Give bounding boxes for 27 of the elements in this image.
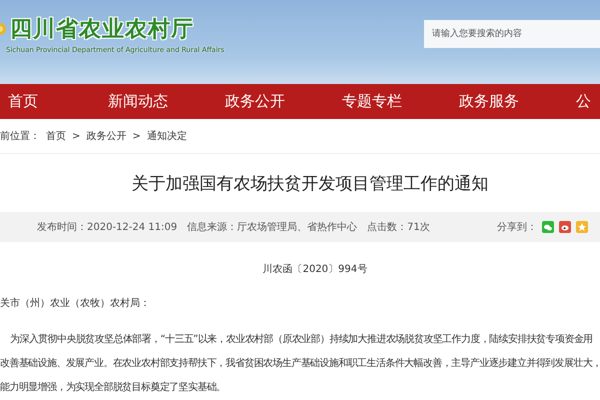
- article-meta: 信息来源：厅农场管理局、省热作中心: [187, 220, 358, 234]
- paragraph-line: 能力明显增强，为实现全部脱贫目标奠定了坚实基础。: [0, 382, 226, 393]
- article-title: 关于加强国有农场扶贫开发项目管理工作的通知: [130, 172, 490, 196]
- article-meta: 发布时间：2020-12-24 11:09: [37, 220, 178, 234]
- eye-icon[interactable]: [559, 221, 571, 233]
- star-icon[interactable]: [576, 221, 588, 233]
- nav-item[interactable]: 首页: [0, 84, 100, 119]
- breadcrumb-link[interactable]: 通知决定: [146, 129, 187, 143]
- paragraph-line: 为深入贯彻中央脱贫攻坚总体部署，“十三五”以来，农业农村部（原农业部）持续加大推进农场脱贫攻坚工作力度，陆续安排扶贫专项资金用: [10, 334, 593, 345]
- nav-item[interactable]: 新闻动态: [100, 84, 217, 119]
- breadcrumb-separator: >: [72, 130, 80, 142]
- share-label: 分享到：: [497, 220, 537, 234]
- nav-item[interactable]: 政务公开: [217, 84, 334, 119]
- site-title: 四川省农业农村厅: [10, 16, 194, 44]
- nav-item[interactable]: 公: [568, 84, 600, 119]
- breadcrumb-label: 前位置：: [0, 130, 40, 143]
- breadcrumb-link[interactable]: 政务公开: [86, 129, 126, 143]
- nav-item[interactable]: 政务服务: [451, 84, 568, 119]
- breadcrumb-link[interactable]: 首页: [46, 129, 66, 143]
- breadcrumb-separator: >: [132, 130, 141, 142]
- chat-bubbles-icon[interactable]: [542, 221, 554, 233]
- paragraph-line: 改善基础设施、发展产业。在农业农村部支持帮扶下，我省贫困农场生产基础设施和职工生活条件大幅改善，主导产业逐步建立并得到发展壮大，: [0, 358, 600, 369]
- document-number: 川农函〔2020〕994号: [262, 264, 368, 275]
- salutation: 关市（州）农业（农牧）农村局：: [0, 298, 150, 309]
- search-field[interactable]: 请输入您要搜索的内容: [424, 20, 600, 48]
- article-meta: 点击数：71次: [367, 220, 430, 234]
- nav-item[interactable]: 专题专栏: [334, 84, 451, 119]
